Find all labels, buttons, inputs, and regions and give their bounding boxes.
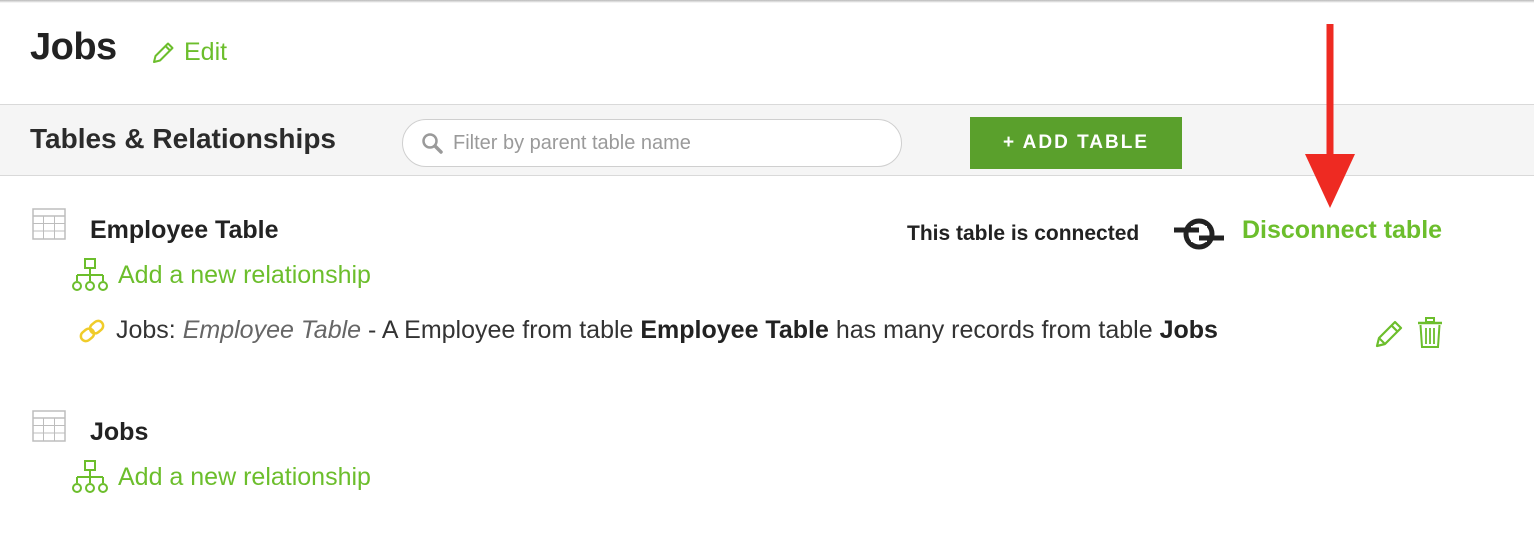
edit-title-button[interactable]: Edit	[150, 38, 227, 67]
add-relationship-label: Add a new relationship	[118, 260, 371, 289]
search-icon	[422, 133, 443, 154]
table-grid-icon	[32, 410, 66, 442]
edit-label: Edit	[184, 38, 228, 66]
relationship-parent-table: Employee Table	[640, 316, 829, 344]
add-relationship-label: Add a new relationship	[118, 462, 371, 491]
relationship-text-1: - A Employee from table	[361, 316, 641, 344]
table-name: Jobs	[90, 418, 149, 446]
edit-relationship-pencil-icon[interactable]	[1373, 318, 1405, 350]
annotation-arrow-icon	[1305, 24, 1355, 208]
disconnect-table-link[interactable]: Disconnect table	[1242, 216, 1442, 245]
add-relationship-link[interactable]: Add a new relationship	[72, 460, 371, 494]
relationship-item: Jobs: Employee Table - A Employee from t…	[78, 316, 1218, 345]
table-grid-icon	[32, 208, 66, 240]
connection-status: This table is connected	[907, 222, 1140, 245]
relationship-field: Employee Table	[182, 316, 362, 344]
chain-link-icon	[79, 319, 105, 342]
relationship-child-table: Jobs	[1159, 316, 1218, 344]
hierarchy-icon	[72, 258, 108, 291]
relationship-prefix: Jobs:	[116, 316, 176, 344]
search-input[interactable]	[453, 131, 873, 155]
search-box[interactable]	[402, 119, 902, 167]
add-relationship-link[interactable]: Add a new relationship	[72, 258, 371, 292]
plug-connection-icon	[1174, 218, 1224, 250]
add-table-button[interactable]: + ADD TABLE	[970, 117, 1182, 169]
table-name: Employee Table	[90, 216, 279, 244]
relationship-text-2: has many records from table	[828, 316, 1160, 344]
page-title: Jobs	[30, 26, 117, 68]
delete-relationship-trash-icon[interactable]	[1417, 317, 1443, 349]
pencil-icon	[153, 42, 174, 63]
hierarchy-icon	[72, 460, 108, 493]
section-title: Tables & Relationships	[30, 123, 336, 154]
